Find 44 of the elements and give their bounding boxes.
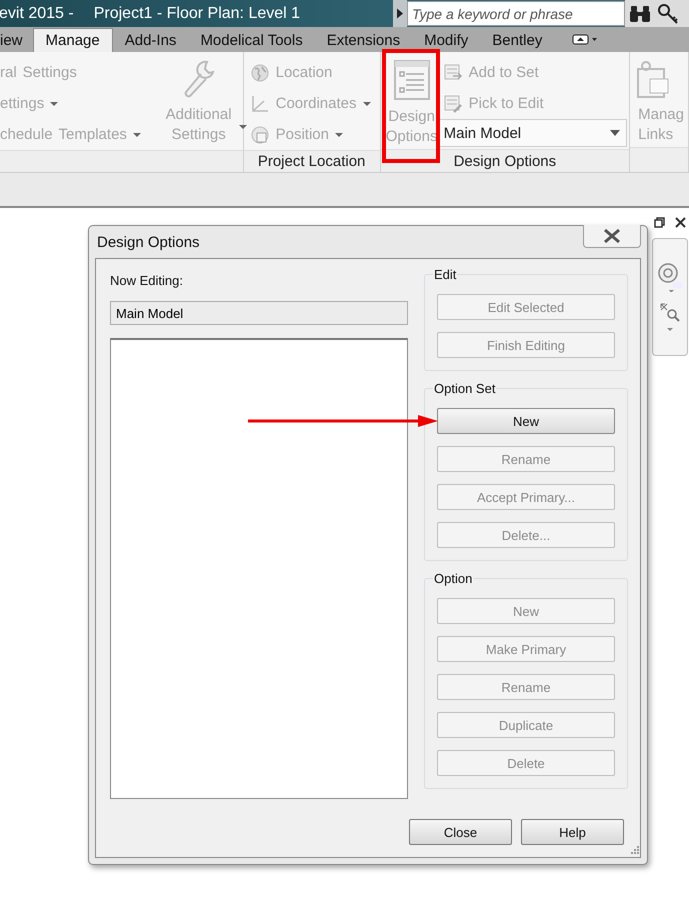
ribbon-tab[interactable]: Modelical Tools <box>188 28 315 52</box>
now-editing-field[interactable]: Main Model <box>110 301 408 325</box>
linked-document-icon <box>634 59 670 99</box>
list-window-icon <box>392 59 431 101</box>
ribbon-tab[interactable]: Extensions <box>314 28 412 52</box>
resize-grip-icon[interactable] <box>629 846 639 856</box>
group-title: Option Set <box>433 381 496 396</box>
list-add-icon <box>442 62 463 82</box>
dialog-button[interactable]: Close <box>409 819 512 845</box>
panel-title: Project Location <box>244 150 380 172</box>
globe-icon <box>250 62 270 82</box>
close-icon[interactable] <box>675 217 686 228</box>
axes-icon <box>250 94 270 114</box>
group-title: Option <box>433 571 474 586</box>
ribbon-tab[interactable]: Add-Ins <box>112 28 188 52</box>
ribbon-tab[interactable]: Bentley <box>480 28 554 52</box>
ribbon-command[interactable]: Settings <box>22 64 77 81</box>
dialog-button[interactable]: Help <box>521 819 624 845</box>
steering-wheel-icon[interactable] <box>657 262 683 292</box>
app-title: evit 2015 - <box>0 4 74 22</box>
ribbon-tab[interactable]: Manage <box>32 28 113 52</box>
ribbon-command[interactable]: ettings <box>0 95 44 112</box>
close-icon <box>602 229 622 243</box>
ribbon-command[interactable]: Templates <box>58 126 127 143</box>
restore-icon[interactable] <box>654 217 665 228</box>
now-editing-label: Now Editing: <box>110 273 184 290</box>
design-option-dropdown[interactable]: Main Model <box>438 119 628 147</box>
panel-title: Design Options <box>380 149 630 172</box>
key-icon[interactable] <box>657 2 679 24</box>
group-title: Edit <box>433 267 458 282</box>
ribbon-command[interactable]: ral <box>0 64 17 81</box>
list-pick-icon <box>442 94 463 114</box>
zoom-icon[interactable] <box>659 302 681 332</box>
position-icon <box>250 124 270 144</box>
search-field[interactable]: Type a keyword or phrase <box>407 1 625 26</box>
caret-icon <box>610 130 620 136</box>
ribbon-command[interactable]: chedule <box>0 126 53 143</box>
dialog-title: Design Options <box>97 234 200 250</box>
ribbon-tab[interactable]: Modify <box>412 28 480 52</box>
ribbon-tab[interactable]: iew <box>0 28 33 52</box>
binoculars-icon[interactable] <box>629 4 651 24</box>
document-title: Project1 - Floor Plan: Level 1 <box>94 4 300 22</box>
dialog-button[interactable]: New <box>437 408 615 434</box>
close-button[interactable] <box>583 225 641 248</box>
